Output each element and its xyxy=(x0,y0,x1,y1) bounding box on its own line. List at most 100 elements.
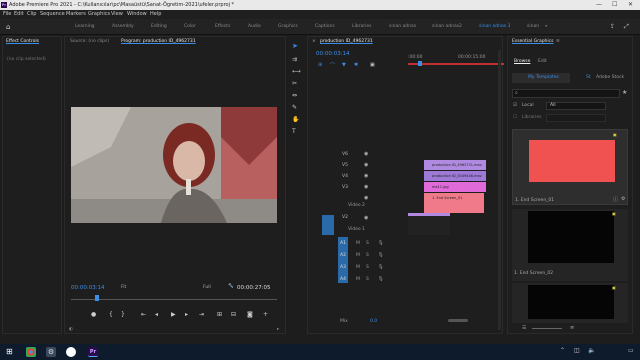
playhead-marker[interactable] xyxy=(95,295,99,301)
sort-icon[interactable]: ≣ xyxy=(570,325,574,331)
playhead-scrubber[interactable] xyxy=(71,299,277,300)
snap-icon[interactable]: ⊕ xyxy=(318,62,322,68)
add-marker-timeline-icon[interactable]: ▼ xyxy=(342,62,346,68)
workspace-graphics[interactable]: Graphics xyxy=(278,19,298,35)
work-area-bar[interactable] xyxy=(408,63,504,65)
more-workspaces-icon[interactable]: » xyxy=(545,19,548,35)
slip-tool-icon[interactable]: ⇔ xyxy=(292,92,297,99)
workspace-sinan-adnas2[interactable]: sinan adnas2 xyxy=(432,19,462,35)
menu-file[interactable]: File xyxy=(3,10,11,19)
menu-edit[interactable]: Edit xyxy=(14,10,24,19)
workspace-sinan-adnas3[interactable]: sinan adnas 3 xyxy=(479,19,510,35)
eye-icon[interactable]: ◉ xyxy=(364,184,368,190)
video-frame[interactable] xyxy=(71,107,277,223)
fullscreen-icon[interactable]: ⤢ xyxy=(624,19,629,35)
menu-markers[interactable]: Markers xyxy=(66,10,86,19)
windows-icon[interactable]: ⊞ xyxy=(6,347,13,357)
favorite-star-icon[interactable]: ★ xyxy=(622,89,627,96)
add-button-icon[interactable]: + xyxy=(263,311,268,318)
hand-tool-icon[interactable]: ✋ xyxy=(292,116,299,123)
clip-ma11[interactable]: ma11.jpg xyxy=(424,182,486,192)
my-templates-tab[interactable]: My Templates xyxy=(512,73,570,83)
share-icon[interactable]: ⇪ xyxy=(610,19,615,35)
track-label-a3[interactable]: A3 xyxy=(340,265,346,270)
extract-icon[interactable]: ⊟ xyxy=(231,311,236,318)
workspace-sinan[interactable]: sinan xyxy=(527,19,539,35)
program-timecode[interactable]: 00:00:03:14 xyxy=(71,285,105,291)
clip-bottom-video[interactable]: özem/ bir/mel xyxy=(408,213,450,235)
mute-button[interactable]: M xyxy=(356,241,360,246)
tab-edit[interactable]: Edit xyxy=(538,59,547,64)
step-forward-icon[interactable]: ▸ xyxy=(185,311,188,318)
selection-tool-icon[interactable]: ➤ xyxy=(292,42,298,50)
timeline-zoom-scrollbar[interactable] xyxy=(448,319,468,322)
minimize-icon[interactable]: — xyxy=(596,0,602,10)
eye-icon[interactable]: ◉ xyxy=(364,215,368,221)
settings-icon[interactable]: ⚙ xyxy=(46,347,56,357)
captions-icon[interactable]: ▣ xyxy=(370,62,375,68)
media-icon[interactable] xyxy=(66,347,76,357)
mic-icon[interactable]: 🎙 xyxy=(378,265,384,270)
menu-clip[interactable]: Clip xyxy=(27,10,36,19)
template-card-3[interactable]: ▣ xyxy=(512,283,628,323)
workspace-assembly[interactable]: Assembly xyxy=(112,19,134,35)
play-icon[interactable]: ▶ xyxy=(171,311,176,318)
adobe-stock-tab[interactable]: Adobe Stock xyxy=(596,75,624,80)
eye-icon[interactable]: ◉ xyxy=(364,162,368,168)
tab-program[interactable]: Program: production ID_4962731 xyxy=(121,37,196,47)
workspace-effects[interactable]: Effects xyxy=(215,19,230,35)
close-sequence-icon[interactable]: × xyxy=(312,37,316,47)
razor-tool-icon[interactable]: ✂ xyxy=(292,80,297,87)
track-label-v4[interactable]: V4 xyxy=(342,174,348,179)
tab-effect-controls[interactable]: Effect Controls xyxy=(6,37,39,47)
mute-button[interactable]: M xyxy=(356,277,360,282)
eye-icon[interactable]: ◉ xyxy=(364,195,368,201)
track-label-a1[interactable]: A1 xyxy=(340,241,346,246)
track-select-tool-icon[interactable]: ⇉ xyxy=(292,56,297,63)
solo-button[interactable]: S xyxy=(366,253,369,258)
mic-icon[interactable]: 🎙 xyxy=(378,241,384,246)
settings-icon[interactable]: ◐ xyxy=(69,327,73,332)
menu-graphics[interactable]: Graphics xyxy=(88,10,110,19)
menu-sequence[interactable]: Sequence xyxy=(40,10,65,19)
track-label-v2[interactable]: V2 xyxy=(342,215,348,220)
eye-icon[interactable]: ◉ xyxy=(364,151,368,157)
timeline-playhead[interactable] xyxy=(418,61,422,66)
chrome-icon[interactable] xyxy=(26,347,36,357)
thumbnail-size-slider[interactable] xyxy=(532,328,562,329)
track-label-v5[interactable]: V5 xyxy=(342,163,348,168)
workspace-editing[interactable]: Editing xyxy=(151,19,167,35)
close-icon[interactable]: ✕ xyxy=(628,0,633,10)
menu-view[interactable]: View xyxy=(111,10,123,19)
menu-help[interactable]: Help xyxy=(150,10,161,19)
eye-icon[interactable]: ◉ xyxy=(364,173,368,179)
workspace-libraries[interactable]: Libraries xyxy=(352,19,371,35)
mark-in-icon[interactable]: { xyxy=(109,311,113,318)
workspace-captions[interactable]: Captions xyxy=(315,19,335,35)
workspace-color[interactable]: Color xyxy=(184,19,196,35)
home-icon[interactable]: ⌂ xyxy=(6,23,14,31)
mic-icon[interactable]: 🎙 xyxy=(378,277,384,282)
wrench-icon[interactable]: 🔧 xyxy=(228,284,234,289)
mic-icon[interactable]: 🎙 xyxy=(378,253,384,258)
go-to-in-icon[interactable]: ⇤ xyxy=(141,311,146,318)
notification-icon[interactable]: ▭ xyxy=(628,347,634,354)
mute-button[interactable]: M xyxy=(356,265,360,270)
tab-source[interactable]: Source: (no clips) xyxy=(70,37,109,47)
premiere-icon[interactable]: Pr xyxy=(88,347,98,357)
tab-browse[interactable]: Browse xyxy=(514,59,530,64)
solo-button[interactable]: S xyxy=(366,277,369,282)
go-to-out-icon[interactable]: ⇥ xyxy=(199,311,204,318)
info-icon[interactable]: ⓘ xyxy=(613,196,618,203)
libraries-dropdown[interactable] xyxy=(546,114,606,122)
tray-chevron-icon[interactable]: ⌃ xyxy=(560,347,565,354)
template-card-2[interactable]: ▣ 1. End Screen_02 xyxy=(512,209,628,281)
v1-source-patch[interactable] xyxy=(322,215,334,235)
maximize-icon[interactable]: ☐ xyxy=(612,0,617,10)
clip-production-5049446[interactable]: production ID_5049446.mov xyxy=(424,171,486,181)
track-label-v3[interactable]: V3 xyxy=(342,185,348,190)
solo-button[interactable]: S xyxy=(366,241,369,246)
workspace-sinan-adnas[interactable]: sinan adnas xyxy=(389,19,416,35)
mix-value[interactable]: 0.0 xyxy=(370,319,377,324)
mark-out-icon[interactable]: } xyxy=(121,311,125,318)
